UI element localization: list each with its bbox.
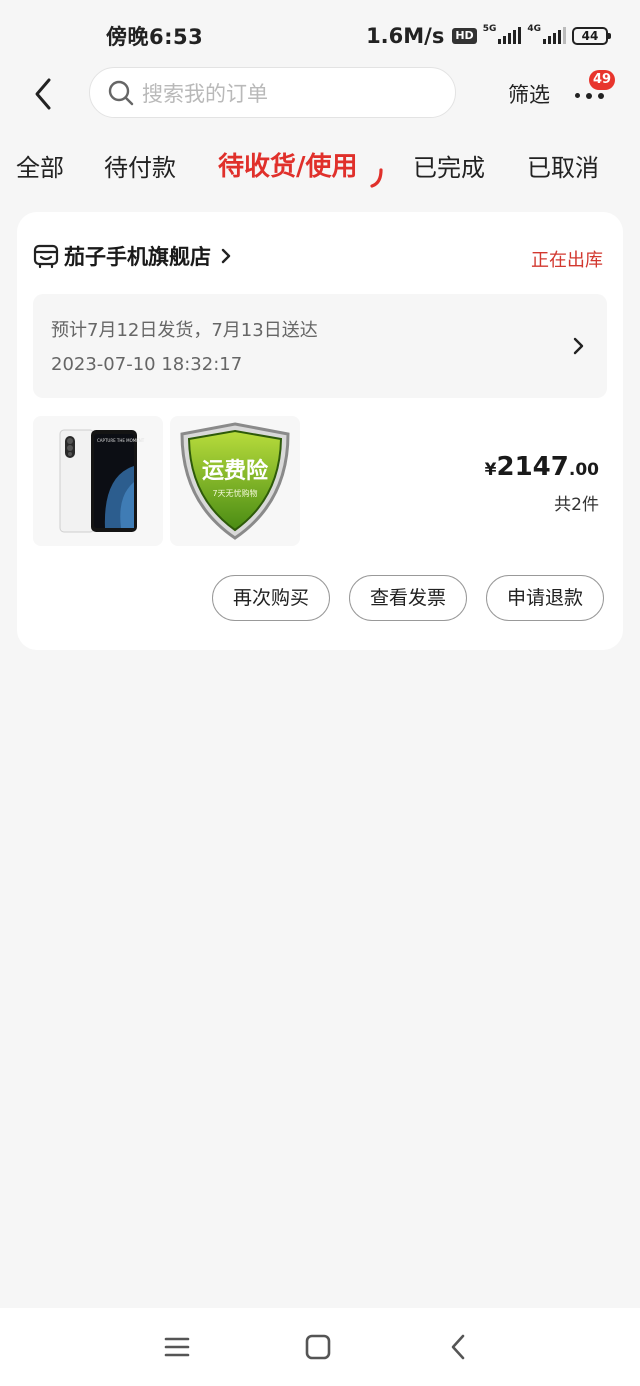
status-bar: 傍晚6:53 1.6M/s HD 5G 4G 44 [0,0,640,72]
order-time: 2023-07-10 18:32:17 [51,354,243,375]
tab-all[interactable]: 全部 [16,148,64,183]
price-decimal: .00 [568,460,599,480]
order-tabs: 全部 待付款 待收货/使用 已完成 已取消 [0,140,640,192]
shield-icon: 运费险 7天无忧购物 [180,422,290,540]
tab-pending-receipt[interactable]: 待收货/使用 [218,146,358,183]
network-speed: 1.6M/s [366,24,445,48]
notification-badge: 49 [589,70,616,90]
delivery-info[interactable]: 预计7月12日发货，7月13日送达 2023-07-10 18:32:17 [33,294,607,398]
shop-name: 茄子手机旗舰店 [64,245,211,269]
status-indicators: 1.6M/s HD 5G 4G 44 [366,24,611,48]
menu-icon[interactable] [164,1336,190,1358]
shop-link[interactable]: 茄子手机旗舰店 [33,240,233,272]
order-status: 正在出库 [531,250,603,271]
top-bar: 搜索我的订单 筛选 49 [0,66,640,122]
delivery-estimate: 预计7月12日发货，7月13日送达 [51,320,318,341]
phone-image: CAPTURE THE MOMENT [59,429,145,533]
item-count: 共2件 [554,495,599,515]
tab-completed[interactable]: 已完成 [413,148,485,183]
rebuy-button[interactable]: 再次购买 [212,575,330,621]
hd-icon: HD [452,28,477,44]
more-button[interactable]: 49 [573,70,616,112]
signal-5g-icon [498,27,522,44]
product-image-insurance[interactable]: 运费险 7天无忧购物 [170,416,300,546]
insurance-badge-text: 运费险 [202,458,269,484]
back-button[interactable] [30,76,58,112]
status-time: 傍晚6:53 [106,25,204,49]
chevron-right-icon [573,337,584,355]
price-integer: 2147 [496,452,569,482]
more-dots-icon [575,93,604,99]
network-5g-label: 5G [482,24,497,34]
product-image-phone[interactable]: CAPTURE THE MOMENT [33,416,163,546]
chevron-left-icon [35,78,51,110]
battery-icon: 44 [572,27,611,45]
order-card[interactable]: 茄子手机旗舰店 正在出库 预计7月12日发货，7月13日送达 2023-07-1… [17,212,623,650]
request-refund-button[interactable]: 申请退款 [486,575,604,621]
active-tab-indicator [370,168,383,188]
search-icon [108,80,134,105]
signal-4g-icon [543,27,566,44]
home-icon[interactable] [305,1334,331,1360]
view-invoice-button[interactable]: 查看发票 [349,575,467,621]
system-nav-bar [0,1308,640,1386]
filter-button[interactable]: 筛选 [508,79,550,109]
nav-back-icon[interactable] [448,1333,468,1361]
search-input[interactable]: 搜索我的订单 [89,67,456,118]
store-icon [33,244,59,269]
currency-symbol: ¥ [484,460,497,480]
chevron-right-icon [221,248,231,264]
network-4g-label: 4G [527,24,541,34]
tab-cancelled[interactable]: 已取消 [527,148,599,183]
insurance-sub-text: 7天无忧购物 [212,488,257,498]
tab-pending-payment[interactable]: 待付款 [104,148,176,183]
order-price: ¥2147.00 [485,452,599,482]
phone-screen-text: CAPTURE THE MOMENT [97,438,145,443]
search-placeholder: 搜索我的订单 [142,81,268,106]
